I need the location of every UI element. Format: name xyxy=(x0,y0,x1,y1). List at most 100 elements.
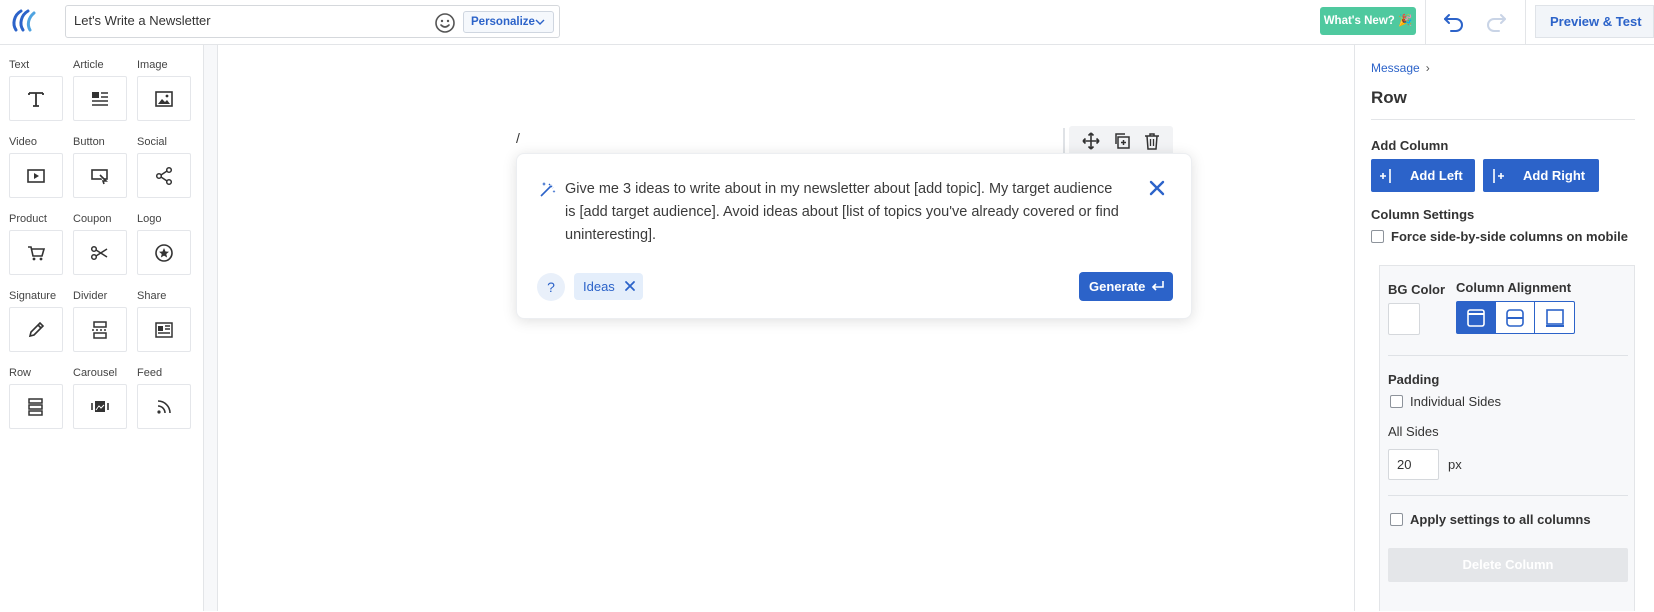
preview-test-button[interactable]: Preview & Test xyxy=(1535,5,1654,38)
emoji-icon[interactable] xyxy=(434,12,456,34)
article-icon xyxy=(73,76,127,121)
block-text[interactable]: Text xyxy=(9,59,63,121)
align-top-button[interactable] xyxy=(1457,302,1496,333)
block-label: Button xyxy=(73,136,105,148)
cart-icon xyxy=(9,230,63,275)
block-label: Carousel xyxy=(73,367,118,379)
duplicate-icon[interactable] xyxy=(1113,132,1131,150)
block-video[interactable]: Video xyxy=(9,136,63,198)
block-feed[interactable]: Feed xyxy=(137,367,191,429)
row-toolbar xyxy=(1063,126,1173,156)
add-column-heading: Add Column xyxy=(1371,138,1449,153)
all-sides-input[interactable] xyxy=(1388,449,1439,480)
panel-title: Row xyxy=(1371,88,1407,107)
add-right-button[interactable]: Add Right xyxy=(1483,159,1599,192)
ideas-tag[interactable]: Ideas xyxy=(574,273,643,300)
ai-assistant-card: Give me 3 ideas to write about in my new… xyxy=(516,153,1192,319)
enter-key-icon xyxy=(1151,281,1164,291)
block-divider[interactable]: Divider xyxy=(73,290,127,352)
force-side-by-side-checkbox[interactable] xyxy=(1371,230,1384,243)
text-icon xyxy=(9,76,63,121)
carousel-icon xyxy=(73,384,127,429)
block-share[interactable]: Share xyxy=(137,290,191,352)
help-button[interactable]: ? xyxy=(537,273,565,301)
magic-wand-icon xyxy=(539,180,557,198)
block-label: Coupon xyxy=(73,213,112,225)
divider xyxy=(1371,119,1635,120)
block-label: Row xyxy=(9,367,32,379)
block-coupon[interactable]: Coupon xyxy=(73,213,127,275)
whats-new-button[interactable]: What's New? 🎉 xyxy=(1320,7,1416,35)
block-label: Video xyxy=(9,136,37,148)
divider-icon xyxy=(73,307,127,352)
add-left-label: Add Left xyxy=(1410,168,1463,183)
divider xyxy=(1525,0,1526,44)
block-label: Signature xyxy=(9,290,57,302)
block-label: Article xyxy=(73,59,104,71)
row-settings-panel: Message › Row Add Column Add Left Add Rig… xyxy=(1354,45,1654,611)
individual-sides-checkbox[interactable] xyxy=(1390,395,1403,408)
undo-icon[interactable] xyxy=(1442,10,1466,34)
column-settings-heading: Column Settings xyxy=(1371,207,1475,222)
app-logo-icon[interactable] xyxy=(10,8,40,34)
align-top-icon xyxy=(1467,308,1485,327)
share-network-icon xyxy=(137,153,191,198)
add-left-button[interactable]: Add Left xyxy=(1371,159,1475,192)
block-image[interactable]: Image xyxy=(137,59,191,121)
delete-column-button: Delete Column xyxy=(1388,548,1628,582)
block-label: Divider xyxy=(73,290,108,302)
block-label: Image xyxy=(137,59,168,71)
block-logo[interactable]: Logo xyxy=(137,213,191,275)
video-icon xyxy=(9,153,63,198)
move-icon[interactable] xyxy=(1082,132,1100,150)
email-canvas[interactable] xyxy=(218,45,1354,611)
block-label: Logo xyxy=(137,213,162,225)
generate-button[interactable]: Generate xyxy=(1079,272,1173,301)
rss-icon xyxy=(137,384,191,429)
badge-star-icon xyxy=(137,230,191,275)
scissors-icon xyxy=(73,230,127,275)
bg-color-label: BG Color xyxy=(1388,282,1446,297)
all-sides-label: All Sides xyxy=(1388,424,1439,439)
apply-all-option: Apply settings to all columns xyxy=(1390,512,1591,527)
apply-all-checkbox[interactable] xyxy=(1390,513,1403,526)
breadcrumb-message-link[interactable]: Message xyxy=(1371,61,1420,75)
close-icon[interactable] xyxy=(1147,178,1167,198)
align-bottom-icon xyxy=(1545,308,1564,327)
rows-icon xyxy=(9,384,63,429)
block-carousel[interactable]: Carousel xyxy=(73,367,127,429)
block-article[interactable]: Article xyxy=(73,59,127,121)
chevron-down-icon xyxy=(535,19,545,25)
block-label: Feed xyxy=(137,367,163,379)
slash-command-text[interactable]: / xyxy=(516,130,520,146)
block-label: Product xyxy=(9,213,47,225)
generate-label: Generate xyxy=(1089,279,1146,294)
add-right-label: Add Right xyxy=(1523,168,1586,183)
personalize-label: Personalize xyxy=(471,16,535,28)
tag-label: Ideas xyxy=(583,279,615,294)
align-middle-button[interactable] xyxy=(1496,302,1535,333)
panel-gutter xyxy=(204,45,218,611)
add-column-right-icon xyxy=(1493,169,1504,183)
personalize-dropdown[interactable]: Personalize xyxy=(463,11,554,33)
force-side-by-side-label: Force side-by-side columns on mobile xyxy=(1391,229,1628,244)
trash-icon[interactable] xyxy=(1144,132,1160,150)
block-social[interactable]: Social xyxy=(137,136,191,198)
breadcrumb: Message › xyxy=(1371,61,1430,75)
subject-field: Personalize xyxy=(65,5,560,38)
block-row[interactable]: Row xyxy=(9,367,63,429)
breadcrumb-arrow: › xyxy=(1425,61,1430,75)
subject-input[interactable] xyxy=(74,13,434,28)
redo-icon[interactable] xyxy=(1484,10,1508,34)
ai-prompt-text[interactable]: Give me 3 ideas to write about in my new… xyxy=(565,178,1125,247)
block-button[interactable]: Button xyxy=(73,136,127,198)
settings-inner: BG Color Column Alignment Padding Indivi… xyxy=(1388,266,1628,612)
divider xyxy=(1063,128,1065,154)
block-product[interactable]: Product xyxy=(9,213,63,275)
remove-tag-icon[interactable] xyxy=(624,280,636,292)
bg-color-swatch[interactable] xyxy=(1388,303,1420,335)
column-settings-box: BG Color Column Alignment Padding Indivi… xyxy=(1379,265,1635,611)
align-bottom-button[interactable] xyxy=(1535,302,1574,333)
block-signature[interactable]: Signature xyxy=(9,290,63,352)
column-alignment-label: Column Alignment xyxy=(1456,280,1572,295)
